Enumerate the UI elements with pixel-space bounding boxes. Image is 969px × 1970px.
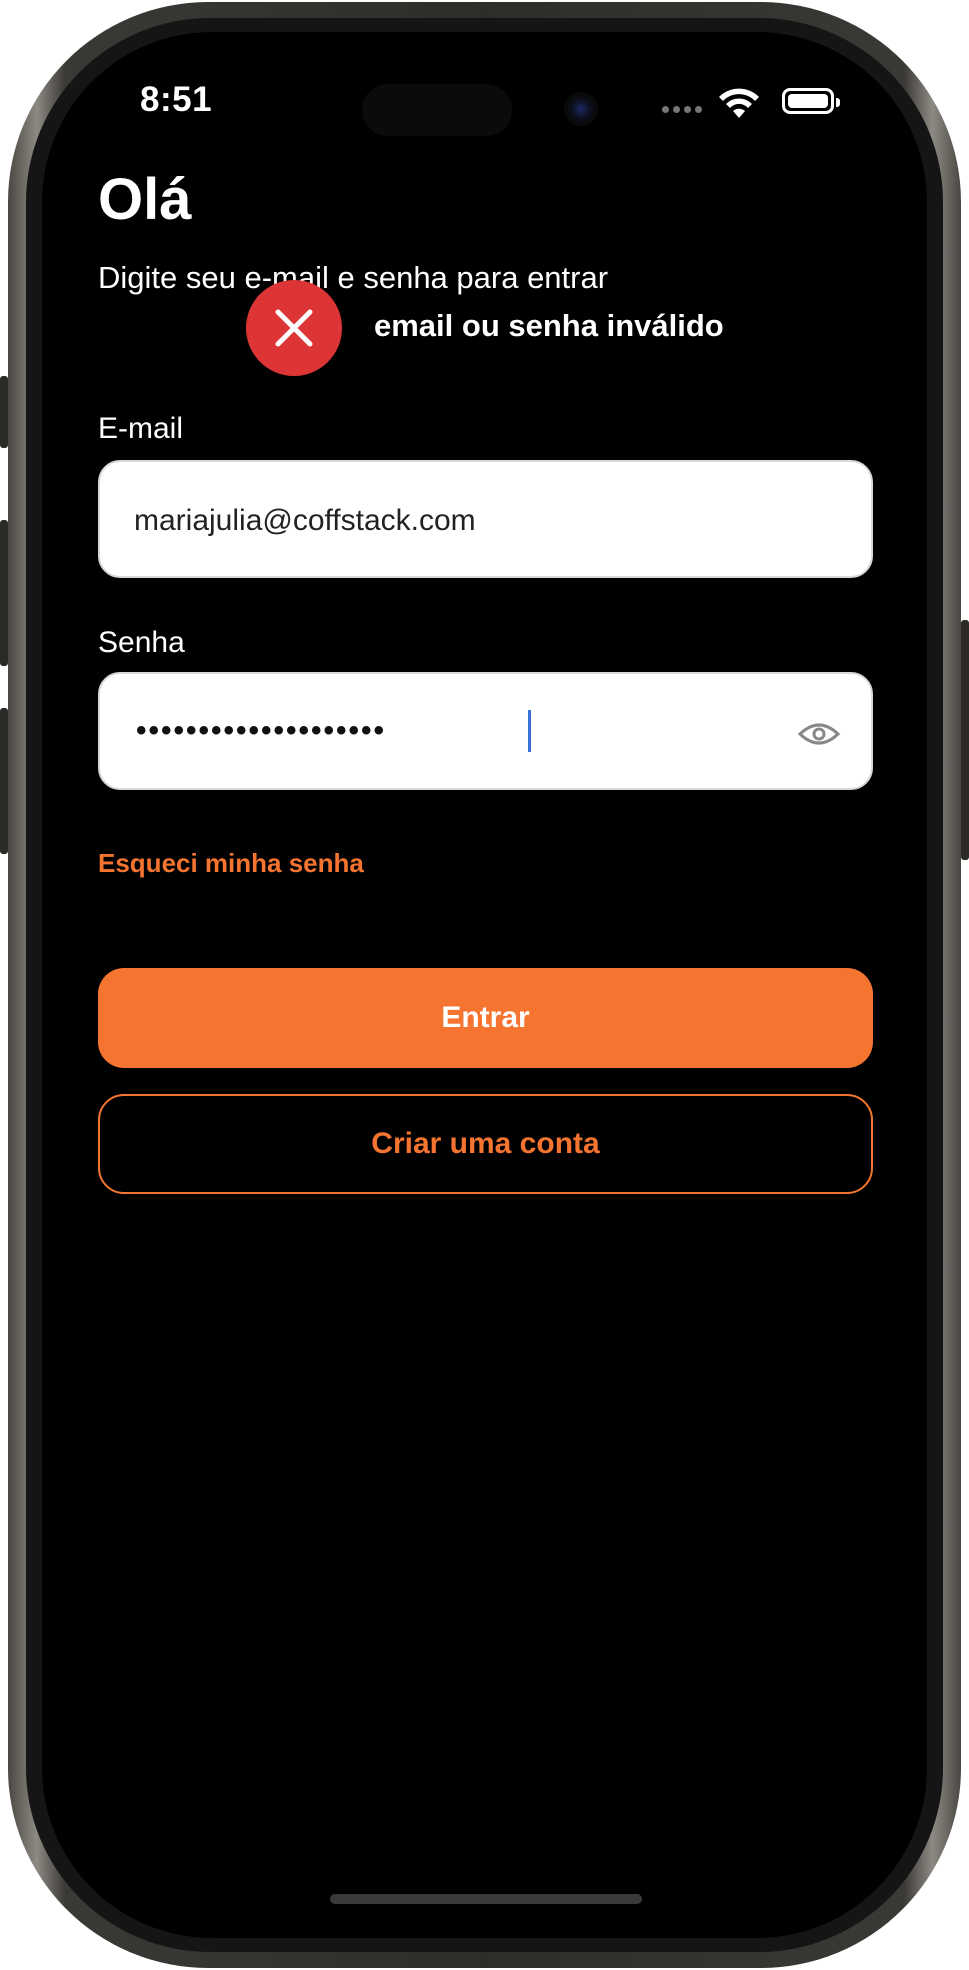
create-account-button[interactable]: Criar uma conta bbox=[98, 1094, 873, 1194]
login-button-label: Entrar bbox=[441, 1001, 530, 1034]
eye-icon[interactable] bbox=[797, 714, 841, 754]
app-screen: 8:51 Olá Digite seu e-mail e senha para … bbox=[42, 32, 927, 1938]
password-label: Senha bbox=[98, 626, 185, 659]
error-x-icon bbox=[246, 280, 342, 376]
power-button bbox=[961, 620, 969, 860]
create-account-label: Criar uma conta bbox=[371, 1127, 600, 1160]
dynamic-island bbox=[362, 84, 512, 136]
password-value: •••••••••••••••••••• bbox=[136, 714, 387, 747]
camera-icon bbox=[564, 92, 598, 126]
cellular-icon bbox=[662, 106, 702, 113]
text-caret bbox=[528, 710, 531, 752]
toast-message: email ou senha inválido bbox=[374, 308, 724, 343]
email-label: E-mail bbox=[98, 412, 184, 445]
action-button bbox=[0, 376, 8, 448]
password-field[interactable]: •••••••••••••••••••• bbox=[98, 672, 873, 790]
wifi-icon bbox=[719, 88, 759, 118]
email-field[interactable]: mariajulia@coffstack.com bbox=[98, 460, 873, 578]
home-indicator[interactable] bbox=[330, 1894, 642, 1904]
page-title: Olá bbox=[98, 167, 192, 232]
forgot-password-link[interactable]: Esqueci minha senha bbox=[98, 848, 364, 879]
email-value: mariajulia@coffstack.com bbox=[134, 504, 476, 537]
login-button[interactable]: Entrar bbox=[98, 968, 873, 1068]
battery-icon bbox=[782, 88, 840, 114]
volume-up-button bbox=[0, 520, 8, 666]
phone-frame: 8:51 Olá Digite seu e-mail e senha para … bbox=[8, 2, 961, 1968]
page-subtitle: Digite seu e-mail e senha para entrar bbox=[98, 260, 609, 295]
volume-down-button bbox=[0, 708, 8, 854]
status-time: 8:51 bbox=[140, 80, 213, 119]
phone-bezel: 8:51 Olá Digite seu e-mail e senha para … bbox=[26, 18, 943, 1952]
